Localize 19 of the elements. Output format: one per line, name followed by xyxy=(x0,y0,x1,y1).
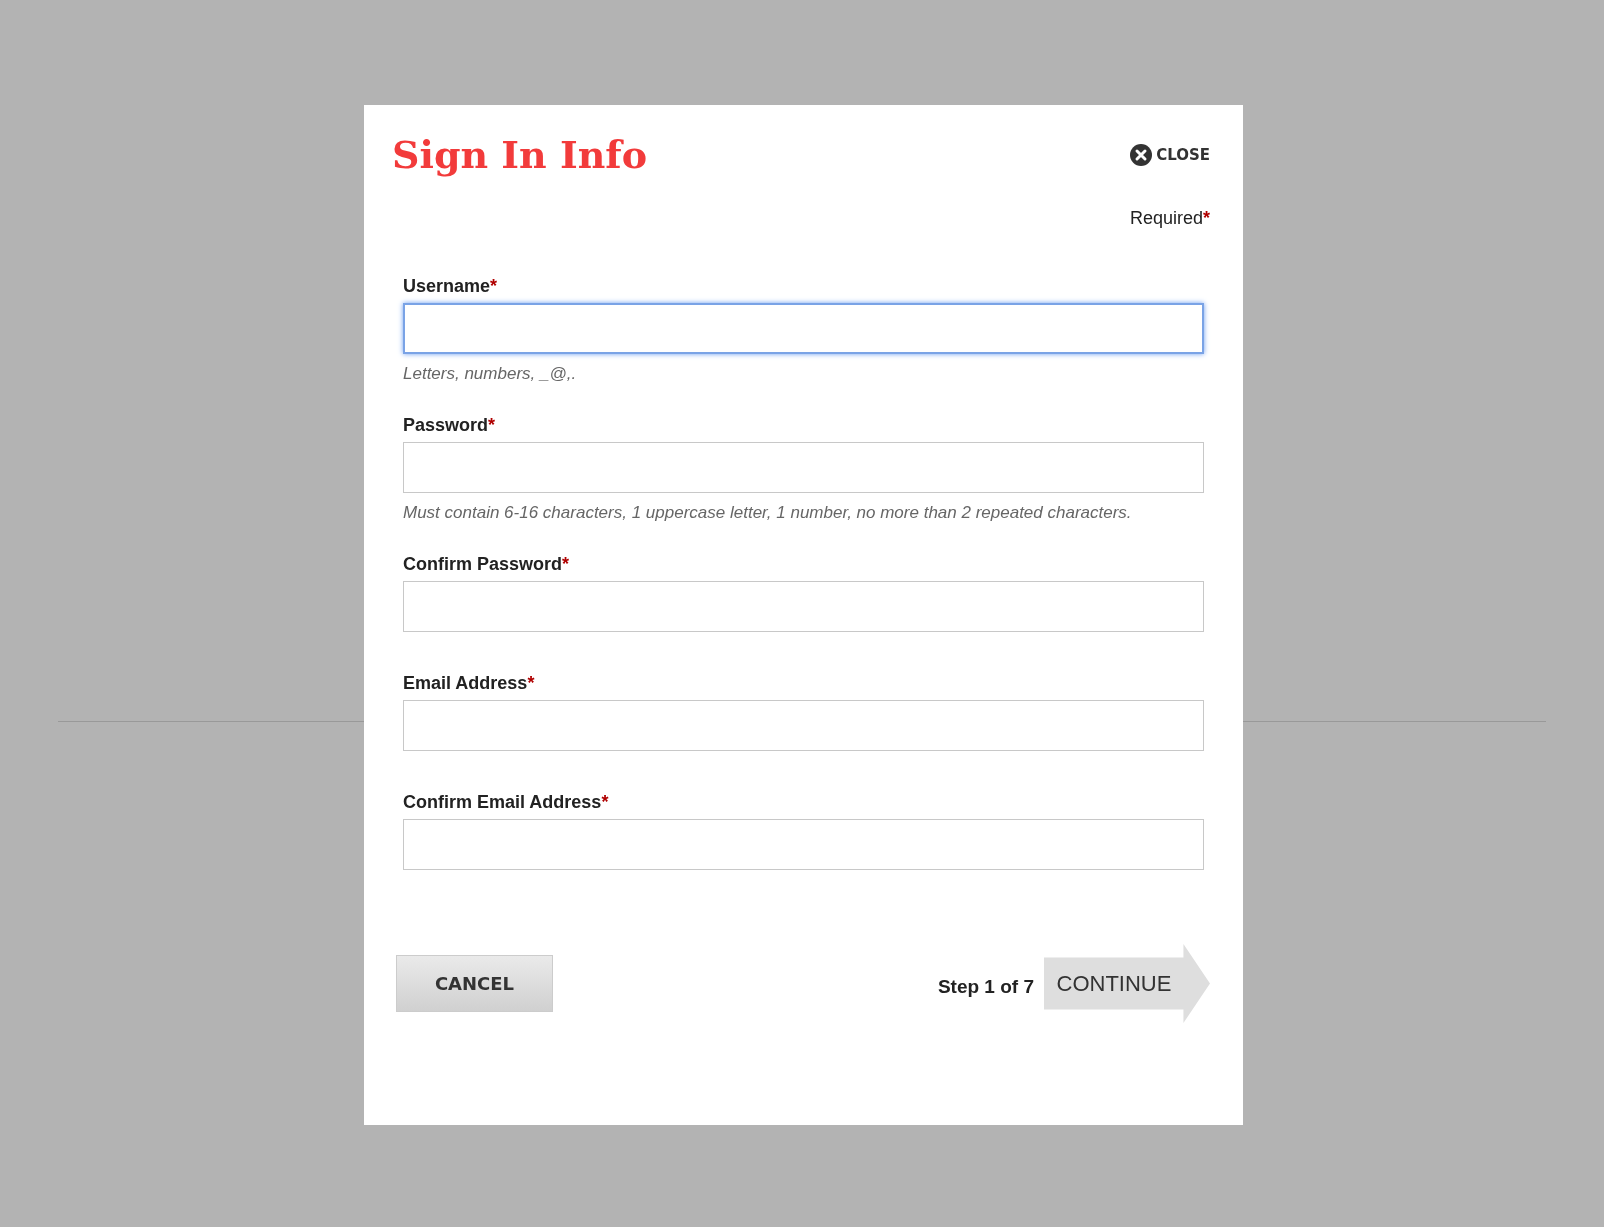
field-label: Username* xyxy=(403,276,499,296)
input-field[interactable] xyxy=(403,442,1204,493)
field-label: Confirm Password* xyxy=(403,554,571,574)
input-field[interactable] xyxy=(403,581,1204,632)
close-button[interactable]: CLOSE xyxy=(1130,144,1210,166)
input-field[interactable] xyxy=(403,819,1204,870)
field-hint: Letters, numbers, _@,. xyxy=(403,364,578,384)
close-icon xyxy=(1130,144,1153,166)
field-hint: Must contain 6-16 characters, 1 uppercase letter, 1 number, no more than 2 repeated characters. xyxy=(403,503,1133,523)
field-label: Password* xyxy=(403,415,497,435)
continue-button[interactable]: CONTINUE xyxy=(1044,944,1210,1023)
cancel-button[interactable]: CANCEL xyxy=(396,955,553,1012)
step-indicator: Step 1 of 7 xyxy=(937,975,1034,998)
input-field[interactable] xyxy=(403,700,1204,751)
dialog-title: Sign In Info xyxy=(392,131,648,179)
required-note: Required* xyxy=(1129,208,1210,228)
field-label: Email Address* xyxy=(403,673,536,693)
input-field[interactable] xyxy=(403,303,1204,354)
field-label: Confirm Email Address* xyxy=(403,792,610,812)
